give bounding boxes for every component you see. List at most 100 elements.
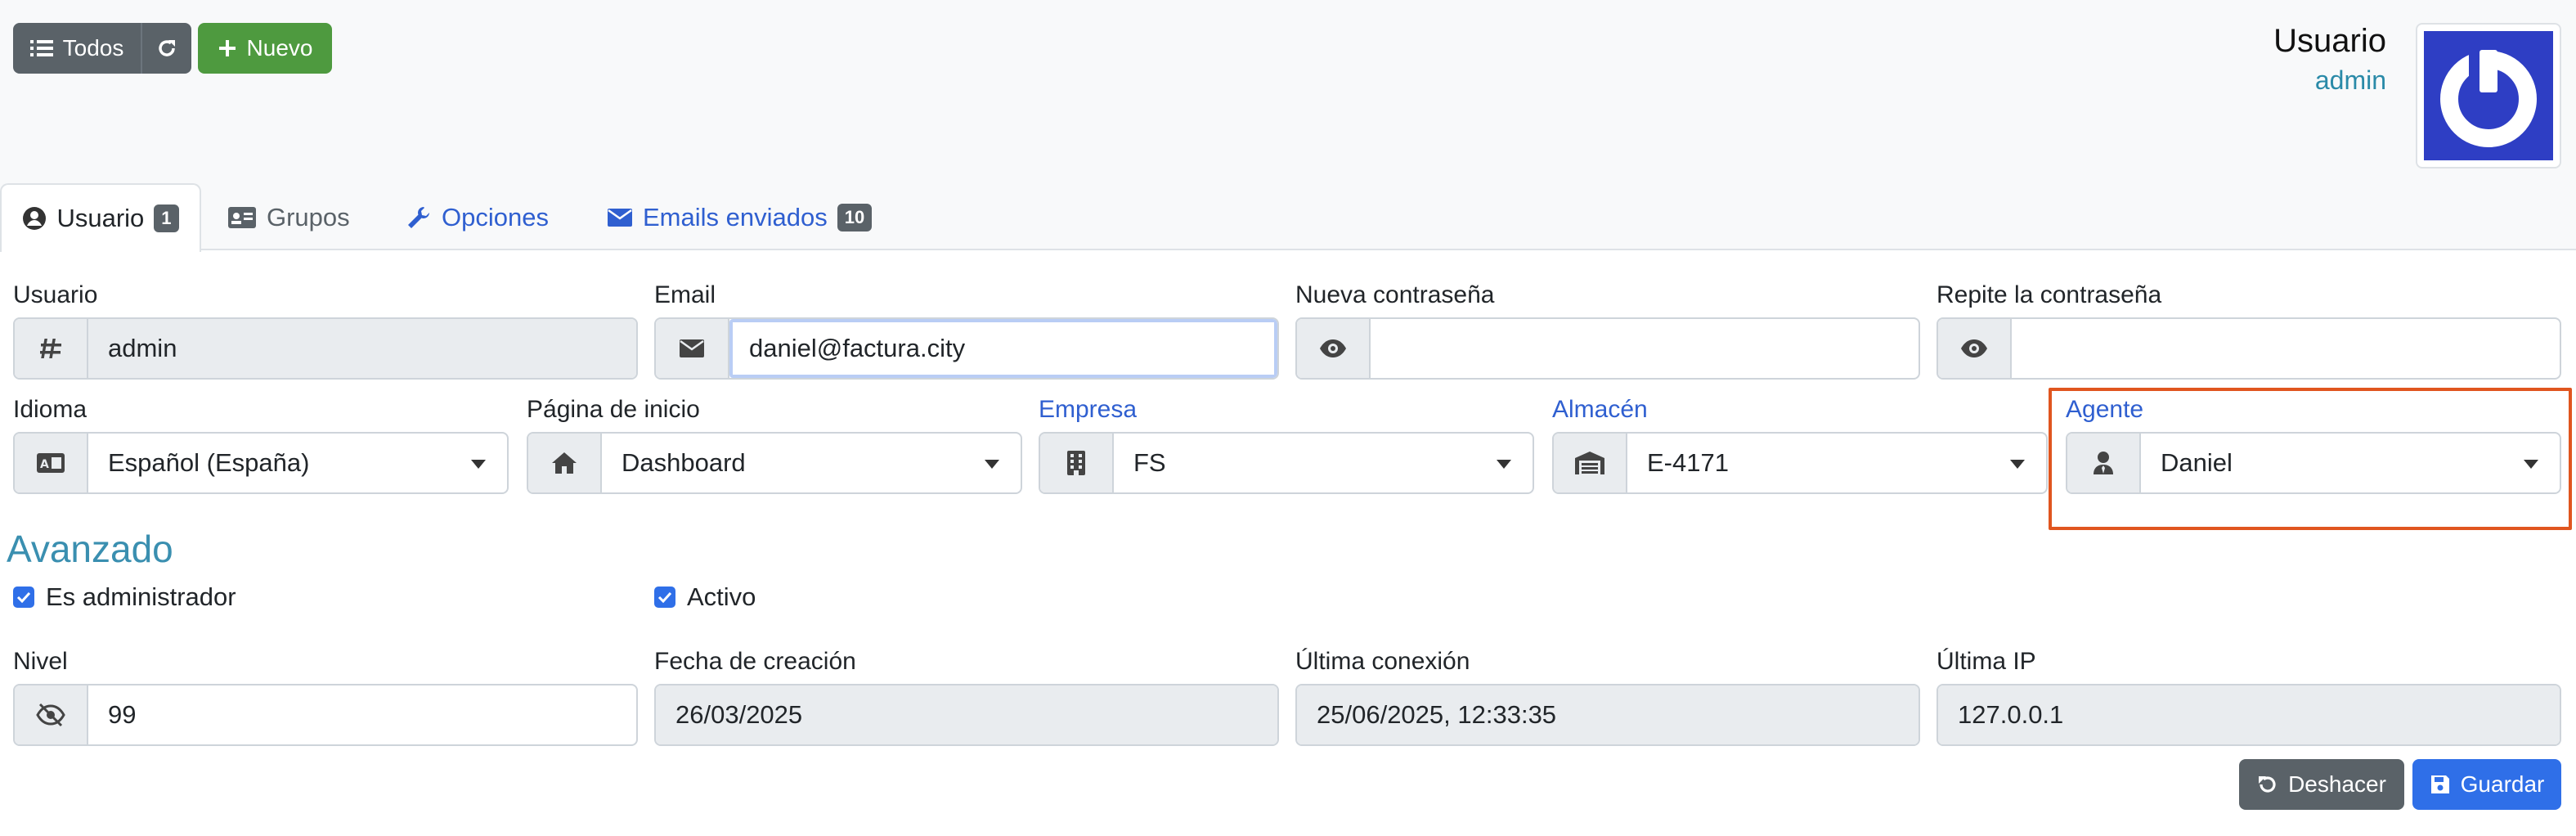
header-band	[0, 0, 2576, 250]
activo-checkbox[interactable]	[654, 587, 675, 608]
undo-icon	[2259, 776, 2276, 793]
guardar-button[interactable]: Guardar	[2412, 759, 2561, 810]
home-icon	[552, 452, 577, 474]
hash-icon	[40, 339, 61, 358]
tab-usuario-label: Usuario	[56, 204, 145, 232]
tab-grupos[interactable]: Grupos	[227, 183, 350, 252]
todos-button-group: Todos	[13, 23, 191, 74]
language-icon: A	[37, 453, 65, 473]
idioma-selected: Español (España)	[108, 448, 310, 477]
fecha-creacion-label: Fecha de creación	[654, 648, 856, 675]
agente-highlight	[2049, 388, 2572, 530]
fecha-creacion-input: 26/03/2025	[656, 685, 1277, 744]
eye-icon	[1961, 339, 1987, 357]
usuario-input: admin	[88, 319, 636, 378]
pagina-inicio-selected: Dashboard	[622, 448, 746, 477]
ultima-conexion-field: 25/06/2025, 12:33:35	[1295, 684, 1920, 746]
chevron-down-icon	[1497, 460, 1511, 469]
power-logo-icon	[2440, 38, 2537, 147]
almacen-label[interactable]: Almacén	[1552, 396, 1648, 424]
user-circle-icon	[23, 207, 47, 230]
eye-addon[interactable]	[1297, 319, 1371, 378]
avatar	[2416, 23, 2561, 169]
tab-emails-label: Emails enviados	[643, 203, 828, 231]
plus-icon	[218, 40, 236, 56]
es-administrador-label: Es administrador	[46, 582, 236, 611]
home-addon	[528, 434, 602, 492]
eye-slash-addon	[15, 685, 88, 744]
tab-usuario-badge: 1	[154, 205, 179, 232]
ultima-conexion-input: 25/06/2025, 12:33:35	[1297, 685, 1919, 744]
tab-opciones-label: Opciones	[442, 203, 549, 231]
empresa-label[interactable]: Empresa	[1039, 396, 1137, 424]
avatar-image	[2424, 31, 2553, 160]
usuario-field: admin	[13, 317, 638, 380]
user-edit-page: Todos Nuevo Usuario admin Usuario 1 Grup…	[0, 0, 2576, 836]
refresh-icon	[159, 40, 175, 56]
avanzado-title: Avanzado	[7, 528, 173, 570]
check-icon	[657, 591, 672, 603]
warehouse-icon	[1575, 452, 1604, 474]
page-title: Usuario	[2273, 23, 2386, 59]
ultima-conexion-label: Última conexión	[1295, 648, 1470, 675]
nuevo-label: Nuevo	[246, 35, 313, 61]
svg-text:A: A	[40, 458, 49, 471]
tab-usuario[interactable]: Usuario 1	[0, 183, 201, 252]
save-icon	[2430, 775, 2449, 793]
activo-label: Activo	[687, 582, 756, 611]
usuario-label: Usuario	[13, 281, 98, 308]
username-link[interactable]: admin	[2315, 65, 2386, 96]
ultima-ip-field: 127.0.0.1	[1936, 684, 2561, 746]
idioma-label: Idioma	[13, 396, 88, 423]
language-addon: A	[15, 434, 88, 492]
envelope-icon	[608, 209, 632, 227]
almacen-value: E-4171	[1627, 434, 2046, 492]
nueva-contrasena-input[interactable]	[1371, 319, 1919, 378]
tab-emails-enviados[interactable]: Emails enviados 10	[607, 183, 873, 252]
activo-row: Activo	[654, 582, 756, 612]
nuevo-button[interactable]: Nuevo	[198, 23, 332, 74]
wrench-icon	[408, 207, 429, 228]
id-card-icon	[228, 207, 256, 228]
es-administrador-row: Es administrador	[13, 582, 236, 612]
nivel-label: Nivel	[13, 648, 68, 675]
check-icon	[16, 591, 31, 603]
repite-contrasena-input[interactable]	[2012, 319, 2560, 378]
nueva-contrasena-field	[1295, 317, 1920, 380]
chevron-down-icon	[985, 460, 999, 469]
repite-contrasena-field	[1936, 317, 2561, 380]
ultima-ip-input: 127.0.0.1	[1938, 685, 2560, 744]
deshacer-button[interactable]: Deshacer	[2239, 759, 2404, 810]
eye-icon	[1320, 339, 1346, 357]
list-icon	[29, 40, 53, 56]
idioma-value: Español (España)	[88, 434, 507, 492]
todos-button[interactable]: Todos	[13, 23, 141, 74]
chevron-down-icon	[2010, 460, 2025, 469]
eye-addon[interactable]	[1938, 319, 2012, 378]
guardar-label: Guardar	[2460, 771, 2545, 797]
refresh-button[interactable]	[141, 23, 191, 74]
empresa-select[interactable]: FS	[1039, 432, 1534, 494]
ultima-ip-label: Última IP	[1936, 648, 2036, 675]
email-label: Email	[654, 281, 716, 308]
email-input[interactable]: daniel@factura.city	[729, 319, 1277, 378]
eye-slash-icon	[36, 703, 65, 727]
envelope-addon	[656, 319, 729, 378]
pagina-inicio-select[interactable]: Dashboard	[527, 432, 1022, 494]
building-addon	[1040, 434, 1114, 492]
nivel-field: 99	[13, 684, 638, 746]
idioma-select[interactable]: A Español (España)	[13, 432, 509, 494]
es-administrador-checkbox[interactable]	[13, 587, 34, 608]
nivel-input[interactable]: 99	[88, 685, 636, 744]
email-field: daniel@factura.city	[654, 317, 1279, 380]
repite-contrasena-label: Repite la contraseña	[1936, 281, 2162, 308]
warehouse-addon	[1554, 434, 1627, 492]
nueva-contrasena-label: Nueva contraseña	[1295, 281, 1495, 308]
tab-opciones[interactable]: Opciones	[406, 183, 549, 252]
tab-grupos-label: Grupos	[267, 203, 350, 231]
almacen-select[interactable]: E-4171	[1552, 432, 2048, 494]
empresa-value: FS	[1114, 434, 1533, 492]
almacen-selected: E-4171	[1647, 448, 1729, 477]
fecha-creacion-field: 26/03/2025	[654, 684, 1279, 746]
building-icon	[1067, 451, 1085, 475]
